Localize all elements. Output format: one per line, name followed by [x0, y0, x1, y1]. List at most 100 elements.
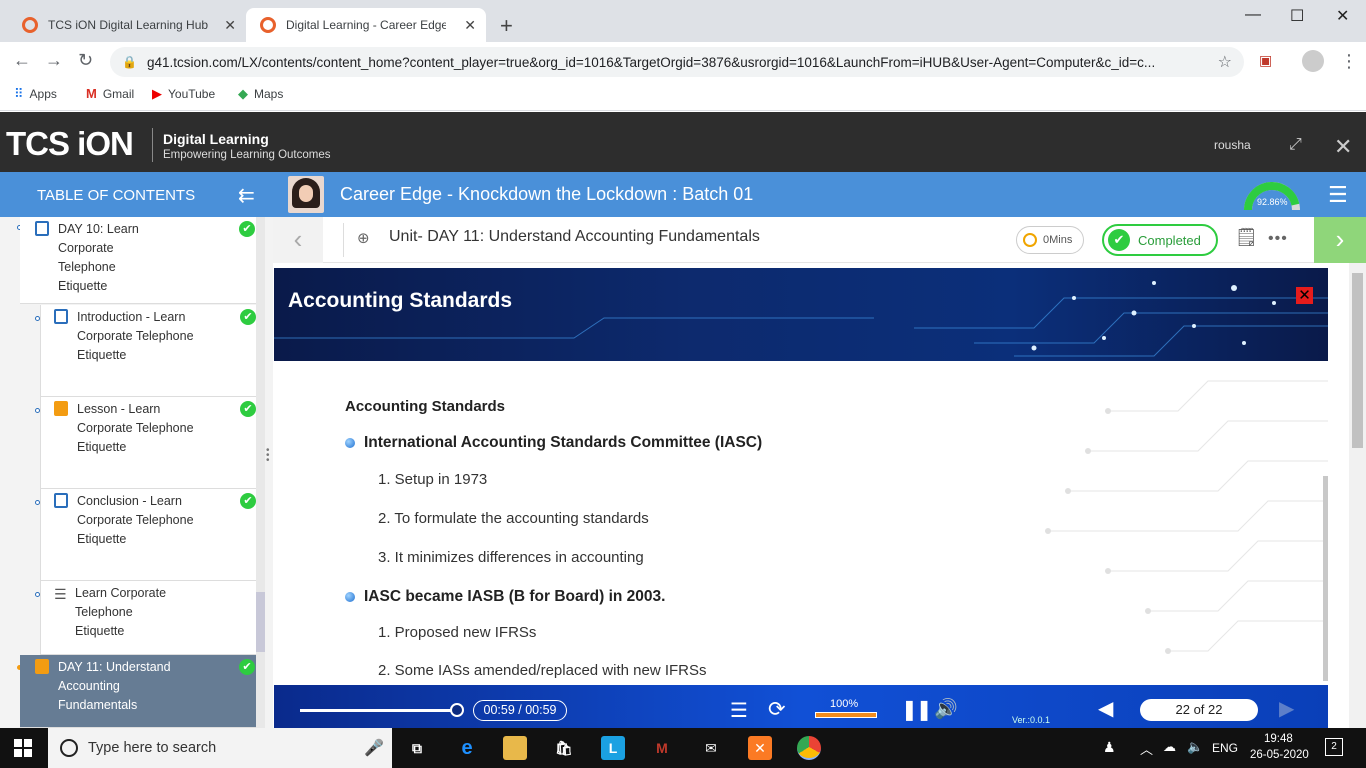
bookmark-label: YouTube — [168, 87, 216, 101]
hamburger-menu-icon[interactable]: ☰ — [1328, 182, 1348, 208]
bullet-point: International Accounting Standards Commi… — [345, 434, 762, 452]
network-icon[interactable]: ☁ — [1163, 739, 1176, 755]
unit-bar: ‹ ⊕ Unit- DAY 11: Understand Accounting … — [273, 217, 1366, 263]
extension-icon[interactable]: ▣ — [1259, 52, 1272, 69]
completed-check-icon: ✔ — [240, 493, 256, 509]
table-of-contents: TABLE OF CONTENTS ⇇ DAY 10: Learn Corpor… — [0, 172, 273, 728]
store-icon[interactable]: 🛍 — [552, 736, 576, 760]
check-circle-icon: ✔ — [1108, 229, 1130, 251]
collapse-sidebar-icon[interactable]: ⇇ — [238, 183, 255, 208]
xampp-icon[interactable]: ✕ — [748, 736, 772, 760]
minimize-icon[interactable]: — — [1245, 6, 1261, 24]
checklist-icon: ☰ — [54, 586, 67, 602]
globe-icon: ⊕ — [357, 230, 370, 247]
seek-bar[interactable] — [300, 709, 458, 712]
windows-start-icon[interactable] — [14, 739, 32, 757]
toc-header: TABLE OF CONTENTS ⇇ — [0, 172, 273, 217]
maximize-icon[interactable]: ☐ — [1290, 6, 1304, 26]
close-slide-icon[interactable]: ✕ — [1296, 287, 1313, 304]
bullet-point: IASC became IASB (B for Board) in 2003. — [345, 588, 665, 606]
back-icon[interactable]: ← — [13, 50, 31, 71]
notification-center-icon[interactable]: 2 — [1325, 738, 1343, 756]
previous-slide-icon[interactable]: ◀ — [1098, 696, 1113, 721]
task-view-icon[interactable]: ⧉ — [405, 736, 429, 760]
file-explorer-icon[interactable] — [503, 736, 527, 760]
toc-item-conclusion[interactable]: Conclusion - Learn Corporate Telephone E… — [40, 489, 256, 581]
slide-scrollbar[interactable] — [1323, 476, 1328, 681]
app-close-icon[interactable]: ✕ — [1334, 134, 1352, 160]
clock-time[interactable]: 19:48 — [1264, 733, 1293, 745]
document-icon — [35, 221, 49, 236]
profile-avatar[interactable] — [1302, 50, 1324, 72]
speaker-icon[interactable]: 🔈 — [1187, 739, 1203, 755]
browser-tab-inactive[interactable]: TCS iON Digital Learning Hub ✕ — [8, 8, 246, 42]
tcs-favicon-icon — [260, 17, 276, 33]
url-input[interactable]: 🔒 g41.tcsion.com/LX/contents/content_hom… — [110, 47, 1244, 77]
new-tab-icon[interactable]: + — [500, 13, 513, 39]
toc-item-label: Conclusion - Learn Corporate Telephone E… — [77, 494, 194, 546]
next-unit-button[interactable]: › — [1314, 217, 1366, 263]
circuit-background — [1045, 380, 1328, 654]
clock-date[interactable]: 26-05-2020 — [1250, 749, 1309, 761]
bookmark-gmail[interactable]: M Gmail — [86, 86, 134, 101]
browser-menu-icon[interactable]: ⋮ — [1340, 51, 1358, 72]
cortana-icon — [60, 739, 78, 757]
sidebar-resize-handle[interactable]: • • • — [266, 446, 270, 466]
taskbar-search-input[interactable]: Type here to search 🎤 — [48, 728, 392, 768]
l-app-icon[interactable]: L — [601, 736, 625, 760]
toc-item-assessment[interactable]: ☰ Learn Corporate Telephone Etiquette — [40, 581, 256, 655]
lesson-icon — [54, 401, 68, 416]
lesson-icon — [35, 659, 49, 674]
reload-icon[interactable]: ↻ — [78, 50, 93, 71]
url-text: g41.tcsion.com/LX/contents/content_home?… — [146, 54, 1156, 70]
browser-tab-active[interactable]: Digital Learning - Career Edge - K ✕ — [246, 8, 486, 42]
username[interactable]: rousha — [1214, 138, 1251, 152]
sidebar-scrollbar-thumb[interactable] — [256, 592, 265, 652]
toc-item-day10[interactable]: DAY 10: Learn Corporate Telephone Etique… — [20, 217, 256, 304]
completed-status-button[interactable]: ✔ Completed — [1102, 224, 1218, 256]
add-note-icon[interactable]: 🗒 — [1235, 227, 1258, 248]
next-slide-icon[interactable]: ▶ — [1279, 696, 1294, 721]
bookmark-maps[interactable]: ◆ Maps — [238, 86, 283, 102]
slide-list-icon[interactable]: ☰ — [730, 698, 748, 723]
bookmark-apps[interactable]: ⠿ Apps — [14, 86, 57, 102]
replay-icon[interactable]: ⟳ — [768, 697, 786, 722]
more-options-icon[interactable]: ••• — [1268, 230, 1288, 248]
seek-handle[interactable] — [450, 703, 464, 717]
mail-icon[interactable]: ✉ — [699, 736, 723, 760]
fullscreen-icon[interactable]: ⤢ — [1289, 136, 1302, 154]
bookmark-label: Apps — [29, 87, 57, 101]
bookmarks-bar: ⠿ Apps M Gmail ▶ YouTube ◆ Maps — [0, 80, 1366, 111]
mcafee-icon[interactable]: M — [650, 736, 674, 760]
numbered-item: 3. It minimizes differences in accountin… — [378, 549, 644, 566]
tab-close-icon[interactable]: ✕ — [224, 17, 236, 34]
tab-close-icon[interactable]: ✕ — [464, 17, 476, 34]
pause-icon[interactable]: ❚❚ — [901, 697, 932, 722]
edge-icon[interactable]: e — [455, 736, 479, 760]
bookmark-star-icon[interactable]: ☆ — [1218, 52, 1232, 72]
player-controls: 00:59 / 00:59 ☰ ⟳ 100% ❚❚ 🔊 Ver.:0.0.1 ◀… — [274, 685, 1328, 728]
slide-banner: Accounting Standards ✕ — [274, 268, 1328, 361]
completed-check-icon: ✔ — [239, 221, 255, 237]
chrome-icon[interactable] — [797, 736, 821, 760]
toc-item-lesson[interactable]: Lesson - Learn Corporate Telephone Etiqu… — [40, 397, 256, 489]
toc-item-label: DAY 11: Understand Accounting Fundamenta… — [58, 660, 171, 712]
volume-icon[interactable]: 🔊 — [934, 697, 958, 721]
bookmark-youtube[interactable]: ▶ YouTube — [152, 86, 215, 102]
numbered-item: 1. Setup in 1973 — [378, 471, 488, 488]
windows-taskbar: Type here to search 🎤 ⧉ e 🛍 L M ✉ ✕ ♟ ︿ … — [0, 728, 1366, 768]
toc-item-introduction[interactable]: Introduction - Learn Corporate Telephone… — [40, 305, 256, 397]
people-icon[interactable]: ♟ — [1103, 739, 1116, 756]
window-close-icon[interactable]: ✕ — [1336, 6, 1349, 26]
numbered-item: 2. Some IASs amended/replaced with new I… — [378, 662, 707, 679]
forward-icon[interactable]: → — [45, 50, 63, 71]
tray-expand-icon[interactable]: ︿ — [1140, 739, 1153, 758]
speed-slider[interactable] — [815, 712, 877, 718]
previous-unit-button[interactable]: ‹ — [273, 217, 323, 263]
microphone-icon[interactable]: 🎤 — [364, 738, 384, 758]
completed-check-icon: ✔ — [240, 401, 256, 417]
toc-item-day11[interactable]: DAY 11: Understand Accounting Fundamenta… — [20, 655, 256, 728]
playback-speed: 100% — [830, 698, 859, 710]
language-indicator[interactable]: ENG — [1212, 741, 1238, 755]
content-scrollbar-thumb[interactable] — [1352, 273, 1363, 448]
